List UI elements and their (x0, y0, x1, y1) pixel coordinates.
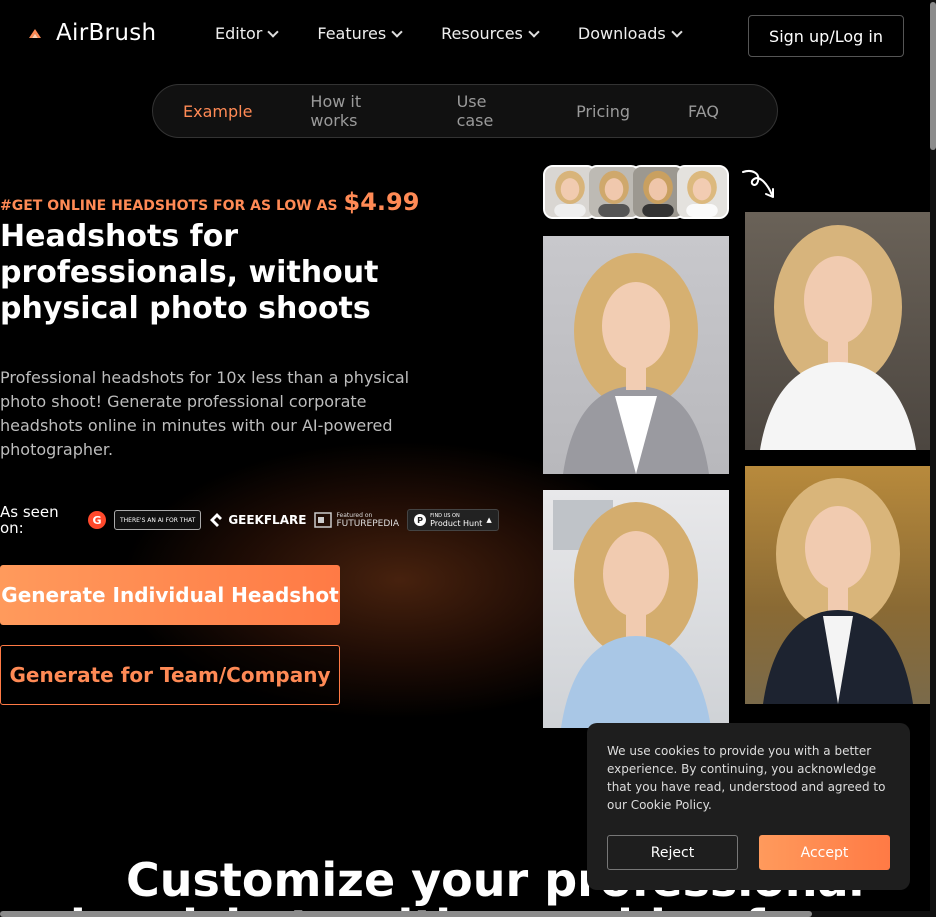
tab-example[interactable]: Example (183, 102, 252, 121)
futurepedia-name: FUTUREPEDIA (336, 519, 400, 529)
tab-use-case[interactable]: Use case (457, 92, 519, 130)
g2-logo-icon: G (88, 511, 106, 529)
headshot-image (763, 478, 913, 704)
tab-faq[interactable]: FAQ (688, 102, 719, 121)
hero-description: Professional headshots for 10x less than… (0, 368, 410, 459)
geekflare-name: GEEKFLARE (228, 513, 307, 527)
producthunt-badge: P FIND US ON Product Hunt ▲ (407, 509, 499, 531)
nav-editor[interactable]: Editor (215, 24, 280, 43)
nav-downloads-label: Downloads (577, 24, 666, 43)
upvote-arrow-icon: ▲ (486, 516, 492, 524)
as-seen-on: As seen on: G THERE'S AN AI FOR THAT GEE… (0, 504, 499, 536)
nav-downloads[interactable]: Downloads (577, 24, 683, 43)
chevron-down-icon (391, 25, 403, 38)
promo-text: #GET ONLINE HEADSHOTS FOR AS LOW AS (0, 198, 338, 214)
producthunt-name: Product Hunt (430, 519, 483, 528)
nav-features-label: Features (317, 24, 387, 43)
futurepedia-logo: Featured on FUTUREPEDIA (314, 511, 399, 529)
headshot-image (563, 253, 709, 474)
headshot-image (553, 500, 711, 728)
vertical-scrollbar-thumb[interactable] (930, 2, 936, 150)
theres-an-ai-for-that-badge: THERE'S AN AI FOR THAT (114, 510, 202, 530)
chevron-down-icon (671, 25, 683, 38)
cookie-banner: We use cookies to provide you with a bet… (587, 723, 910, 890)
accept-cookies-button[interactable]: Accept (759, 835, 890, 870)
generate-individual-headshot-button[interactable]: Generate Individual Headshot (0, 565, 340, 625)
chevron-down-icon (267, 25, 280, 38)
geekflare-mark-icon (210, 513, 223, 527)
reject-cookies-button[interactable]: Reject (607, 835, 738, 870)
geekflare-logo: GEEKFLARE (209, 512, 306, 528)
site-header: AirBrush Editor Features Resources Downl… (0, 0, 936, 72)
nav-editor-label: Editor (215, 24, 263, 43)
horizontal-scrollbar-thumb[interactable] (0, 911, 812, 917)
nav-resources[interactable]: Resources (441, 24, 540, 43)
chevron-down-icon (528, 25, 540, 38)
headshot-image (760, 225, 916, 450)
headshot-photo-blue-shirt (543, 490, 729, 728)
producthunt-text: FIND US ON Product Hunt (430, 512, 482, 528)
section-tabs: Example How it works Use case Pricing FA… (152, 84, 778, 138)
futurepedia-text: Featured on FUTUREPEDIA (336, 511, 399, 529)
headshot-photo-white-shirt (745, 212, 931, 450)
nav-features[interactable]: Features (317, 24, 403, 43)
headshot-thumbnails (543, 165, 729, 219)
headshot-photo-gray-blazer (543, 236, 729, 474)
headshot-thumb-image (633, 167, 683, 217)
signup-login-button[interactable]: Sign up/Log in (748, 15, 904, 57)
headshot-thumb-image (545, 167, 595, 217)
promo-price: $4.99 (343, 188, 420, 216)
futurepedia-mark-icon (314, 512, 333, 528)
thumbnail-4[interactable] (675, 165, 729, 219)
hero-title: Headshots for professionals, without phy… (0, 219, 379, 326)
brand-logo[interactable]: AirBrush (26, 20, 156, 46)
headshot-thumb-image (589, 167, 639, 217)
generate-team-button[interactable]: Generate for Team/Company (0, 645, 340, 705)
as-seen-on-label: As seen on: (0, 503, 59, 537)
tab-how-it-works[interactable]: How it works (310, 92, 398, 130)
airbrush-logo-icon (29, 29, 41, 38)
nav-resources-label: Resources (441, 24, 523, 43)
cookie-text: We use cookies to provide you with a bet… (607, 744, 886, 812)
curly-arrow-icon (742, 170, 774, 198)
headshot-photo-dark-blazer (745, 466, 931, 704)
brand-name: AirBrush (56, 20, 157, 46)
promo-line: #GET ONLINE HEADSHOTS FOR AS LOW AS $4.9… (0, 188, 419, 216)
tab-pricing[interactable]: Pricing (576, 102, 630, 121)
producthunt-p-icon: P (414, 514, 427, 526)
main-nav: Editor Features Resources Downloads (215, 24, 721, 43)
headshot-thumb-image (677, 167, 727, 217)
